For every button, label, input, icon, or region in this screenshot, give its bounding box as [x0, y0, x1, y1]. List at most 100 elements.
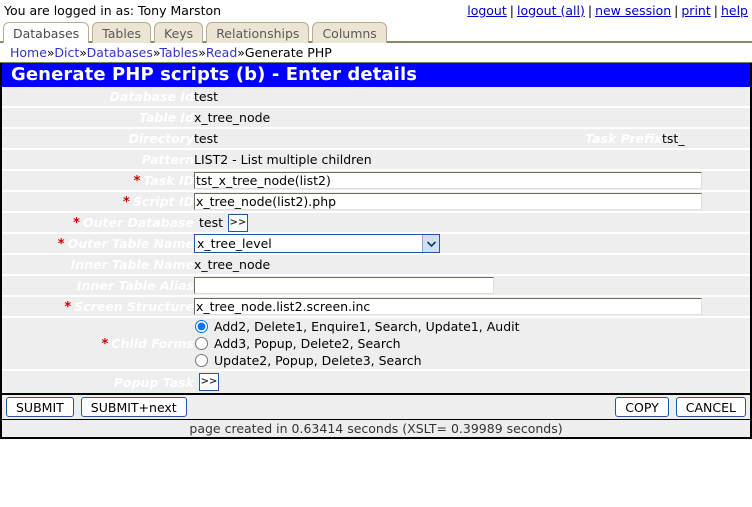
value-database-id: test — [194, 87, 750, 108]
screen-structure-input[interactable] — [194, 298, 702, 315]
copy-button[interactable]: COPY — [615, 397, 669, 417]
table-row-outer-database: * Outer Database test >> — [2, 212, 750, 234]
child-forms-option-2-label: Add3, Popup, Delete2, Search — [214, 336, 401, 351]
link-separator: | — [587, 2, 593, 18]
child-forms-radio-group: Add2, Delete1, Enquire1, Search, Update1… — [194, 317, 750, 371]
breadcrumb-chevron: » — [237, 45, 245, 60]
task-id-input[interactable] — [194, 172, 702, 189]
outer-database-picker-button[interactable]: >> — [228, 213, 249, 231]
table-row-popup-task: Popup Task >> — [2, 370, 750, 393]
field-cell-screen-structure — [194, 296, 750, 318]
help-link[interactable]: help — [721, 3, 748, 18]
link-separator: | — [509, 2, 514, 18]
breadcrumb-item-current: Generate PHP — [244, 45, 332, 60]
page-title: Generate PHP scripts (b) - Enter details — [0, 63, 752, 87]
link-separator: | — [674, 2, 679, 18]
table-row-task-id: * Task ID — [2, 170, 750, 192]
top-links: logout | logout (all) | new session | print | he… — [467, 3, 748, 18]
table-row-inner-table-name: Inner Table Name x_tree_node — [2, 254, 750, 276]
required-asterisk: * — [73, 215, 80, 231]
table-row-database-id: Database Id test — [2, 87, 750, 108]
table-row-outer-table-name: * Outer Table Name x_tree_level — [2, 233, 750, 255]
label-outer-table-name-text: Outer Table Name — [67, 235, 194, 251]
breadcrumb-item-dict[interactable]: Dict — [54, 45, 79, 60]
action-button-bar: SUBMIT SUBMIT+next COPY CANCEL — [0, 393, 752, 419]
table-row-table-id: Table Id x_tree_node — [2, 107, 750, 129]
label-directory: Directory — [2, 128, 194, 150]
child-forms-option-1-label: Add2, Delete1, Enquire1, Search, Update1… — [214, 319, 520, 334]
label-screen-structure-text: Screen Structure — [74, 298, 194, 314]
submit-next-button[interactable]: SUBMIT+next — [80, 397, 187, 417]
required-asterisk: * — [123, 194, 130, 210]
field-cell-inner-table-alias — [194, 275, 750, 297]
required-asterisk: * — [133, 173, 141, 189]
child-forms-option-1[interactable]: Add2, Delete1, Enquire1, Search, Update1… — [194, 318, 750, 335]
breadcrumb-chevron: » — [198, 45, 206, 60]
field-cell-popup-task: >> — [194, 370, 750, 393]
tab-columns[interactable]: Columns — [312, 22, 387, 43]
status-bar: page created in 0.63414 seconds (XSLT= 0… — [0, 419, 752, 439]
tab-databases[interactable]: Databases — [3, 22, 90, 43]
label-outer-database-text: Outer Database — [82, 214, 194, 230]
table-row-screen-structure: * Screen Structure — [2, 296, 750, 318]
label-child-forms-text: Child Forms — [111, 335, 194, 351]
field-cell-outer-table-name: x_tree_level — [194, 233, 750, 255]
child-forms-radio-3[interactable] — [195, 354, 208, 367]
breadcrumb-chevron: » — [79, 45, 87, 60]
child-forms-option-2[interactable]: Add3, Popup, Delete2, Search — [194, 335, 750, 352]
value-pattern: LIST2 - List multiple children — [194, 149, 750, 171]
label-task-prefix: Task Prefix — [472, 129, 662, 147]
outer-table-name-select-wrapper: x_tree_level — [194, 234, 440, 252]
tab-strip: Databases Tables Keys Relationships Colu… — [0, 19, 752, 43]
breadcrumb-item-read[interactable]: Read — [206, 45, 237, 60]
table-row-directory: Directory test Task Prefix tst_ — [2, 128, 750, 150]
print-link[interactable]: print — [681, 3, 710, 18]
label-inner-table-alias: Inner Table Alias — [2, 275, 194, 297]
primary-actions: SUBMIT SUBMIT+next — [6, 397, 187, 417]
popup-task-picker-button[interactable]: >> — [199, 373, 219, 391]
label-script-id-text: Script ID — [132, 193, 194, 209]
child-forms-option-3-label: Update2, Popup, Delete3, Search — [214, 353, 422, 368]
new-session-link[interactable]: new session — [595, 3, 671, 18]
child-forms-radio-1[interactable] — [195, 320, 208, 333]
label-outer-table-name: * Outer Table Name — [2, 233, 194, 255]
form-panel: Database Id test Table Id x_tree_node Di… — [0, 87, 752, 393]
breadcrumb-item-home[interactable]: Home — [10, 45, 47, 60]
inner-table-alias-input[interactable] — [194, 277, 494, 294]
child-forms-radio-2[interactable] — [195, 337, 208, 350]
value-inner-table-name: x_tree_node — [194, 254, 750, 276]
tab-keys[interactable]: Keys — [154, 22, 204, 43]
label-database-id: Database Id — [2, 87, 194, 108]
tab-tables[interactable]: Tables — [92, 22, 151, 43]
secondary-actions: COPY CANCEL — [615, 397, 746, 417]
label-popup-task: Popup Task — [2, 370, 194, 393]
label-table-id: Table Id — [2, 107, 194, 129]
table-row-script-id: * Script ID — [2, 191, 750, 213]
script-id-input[interactable] — [194, 193, 702, 210]
value-task-prefix: tst_ — [662, 129, 750, 147]
outer-table-name-select[interactable]: x_tree_level — [194, 234, 440, 252]
label-script-id: * Script ID — [2, 191, 194, 213]
field-cell-script-id — [194, 191, 750, 213]
submit-button[interactable]: SUBMIT — [6, 397, 74, 417]
cancel-button[interactable]: CANCEL — [675, 397, 746, 417]
table-row-child-forms: * Child Forms Add2, Delete1, Enquire1, Se… — [2, 317, 750, 371]
label-task-id-text: Task ID — [143, 172, 194, 188]
field-cell-task-id — [194, 170, 750, 192]
value-directory: test — [194, 128, 472, 150]
breadcrumb-item-databases[interactable]: Databases — [87, 45, 153, 60]
logout-link[interactable]: logout — [467, 3, 507, 18]
label-pattern: Pattern — [2, 149, 194, 171]
breadcrumb-item-tables[interactable]: Tables — [159, 45, 198, 60]
logout-all-link[interactable]: logout (all) — [517, 3, 585, 18]
label-child-forms: * Child Forms — [2, 317, 194, 371]
breadcrumb: Home»Dict»Databases»Tables»Read»Generate… — [0, 43, 752, 63]
child-forms-option-3[interactable]: Update2, Popup, Delete3, Search — [194, 352, 750, 369]
tab-relationships[interactable]: Relationships — [206, 22, 310, 43]
label-task-id: * Task ID — [2, 170, 194, 192]
required-asterisk: * — [57, 236, 65, 252]
required-asterisk: * — [64, 299, 72, 315]
label-inner-table-name: Inner Table Name — [2, 254, 194, 276]
label-outer-database: * Outer Database — [2, 212, 194, 234]
top-bar: You are logged in as: Tony Marston logou… — [0, 0, 752, 19]
